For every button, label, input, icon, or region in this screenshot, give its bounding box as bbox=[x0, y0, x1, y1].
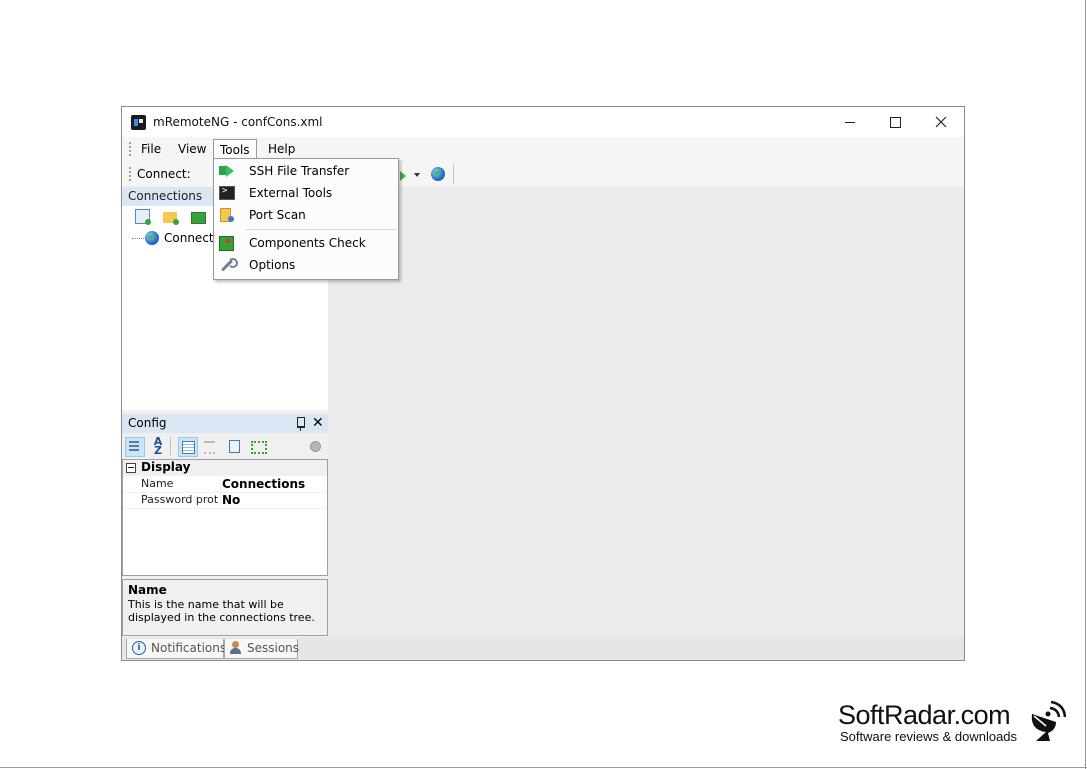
menu-item-ssh-file-transfer[interactable]: SSH File Transfer bbox=[214, 160, 398, 182]
property-description: Name This is the name that will be displ… bbox=[122, 579, 328, 636]
menu-view[interactable]: View bbox=[172, 140, 212, 158]
properties-icon[interactable] bbox=[178, 437, 198, 457]
close-button[interactable] bbox=[918, 107, 964, 137]
globe-icon bbox=[145, 231, 159, 245]
property-grid: Display Name Connections Password prote … bbox=[122, 459, 328, 576]
watermark-tagline: Software reviews & downloads bbox=[840, 729, 1018, 744]
menu-item-label: SSH File Transfer bbox=[249, 164, 350, 178]
pin-icon[interactable] bbox=[297, 417, 305, 431]
mremoteng-app-icon bbox=[131, 115, 146, 130]
category-label: Display bbox=[141, 460, 191, 474]
port-scan-icon bbox=[219, 208, 235, 222]
tab-notifications[interactable]: i Notifications bbox=[126, 639, 227, 659]
tab-label: Notifications bbox=[151, 641, 227, 655]
main-content-area bbox=[328, 187, 964, 639]
maximize-icon bbox=[889, 116, 901, 128]
menu-item-label: Options bbox=[249, 258, 296, 272]
menu-item-external-tools[interactable]: External Tools bbox=[214, 182, 398, 204]
new-folder-icon[interactable] bbox=[163, 212, 179, 225]
config-toolbar: AZ bbox=[122, 433, 328, 459]
menu-item-label: Port Scan bbox=[249, 208, 306, 222]
collapse-icon[interactable] bbox=[126, 463, 136, 473]
close-icon[interactable]: ✕ bbox=[312, 414, 324, 432]
default-properties-icon[interactable] bbox=[225, 437, 243, 455]
minimize-button[interactable] bbox=[827, 107, 873, 137]
watermark-brand: SoftRadar.com bbox=[838, 700, 1011, 730]
view-screens-icon[interactable] bbox=[191, 212, 206, 224]
ssh-transfer-icon bbox=[219, 164, 235, 178]
menu-item-label: Components Check bbox=[249, 236, 366, 250]
connect-label: Connect: bbox=[137, 167, 191, 181]
inheritance-icon[interactable] bbox=[201, 437, 219, 455]
property-row[interactable]: Password prote No bbox=[123, 492, 327, 509]
sessions-icon bbox=[229, 641, 242, 654]
status-indicator-icon bbox=[310, 441, 321, 452]
property-name: Password prote bbox=[141, 493, 218, 506]
window-title: mRemoteNG - confCons.xml bbox=[153, 115, 323, 129]
menu-help[interactable]: Help bbox=[262, 140, 301, 158]
toolbar-separator bbox=[170, 437, 171, 455]
description-title: Name bbox=[128, 583, 167, 597]
connections-panel-title: Connections bbox=[128, 189, 203, 203]
new-connection-icon[interactable] bbox=[135, 209, 151, 225]
menu-item-components-check[interactable]: Components Check bbox=[214, 232, 398, 254]
menu-item-port-scan[interactable]: Port Scan bbox=[214, 204, 398, 226]
property-category[interactable]: Display bbox=[123, 460, 327, 476]
page-border bbox=[1085, 0, 1086, 769]
tree-connector bbox=[132, 238, 144, 240]
menu-item-options[interactable]: Options bbox=[214, 254, 398, 276]
tools-dropdown-menu: SSH File Transfer External Tools Port Sc… bbox=[213, 158, 399, 280]
chevron-down-icon[interactable] bbox=[414, 173, 420, 177]
categorized-icon[interactable] bbox=[125, 437, 145, 457]
property-value[interactable]: Connections bbox=[220, 477, 305, 491]
globe-icon[interactable] bbox=[431, 167, 445, 181]
page-border bbox=[0, 767, 1087, 768]
host-status-icon[interactable] bbox=[248, 437, 267, 455]
toolbar-grip[interactable] bbox=[129, 167, 131, 181]
menubar-grip[interactable] bbox=[129, 142, 131, 156]
property-value[interactable]: No bbox=[220, 493, 240, 507]
sort-alphabetical-icon[interactable]: AZ bbox=[149, 436, 167, 456]
tab-label: Sessions bbox=[247, 641, 300, 655]
close-icon bbox=[935, 116, 947, 128]
title-bar: mRemoteNG - confCons.xml bbox=[122, 107, 964, 137]
menu-separator bbox=[246, 229, 396, 230]
menu-item-label: External Tools bbox=[249, 186, 333, 200]
config-panel-title: Config bbox=[128, 416, 167, 430]
menu-file[interactable]: File bbox=[135, 140, 167, 158]
minimize-icon bbox=[845, 121, 855, 123]
info-icon: i bbox=[132, 641, 146, 655]
toolbar-separator bbox=[453, 164, 454, 184]
satellite-dish-icon bbox=[1031, 700, 1066, 741]
terminal-icon bbox=[219, 186, 235, 200]
maximize-button[interactable] bbox=[872, 107, 918, 137]
wrench-icon bbox=[219, 258, 238, 272]
tab-sessions[interactable]: Sessions bbox=[224, 639, 300, 659]
connect-play-icon[interactable] bbox=[400, 171, 406, 181]
property-name: Name bbox=[141, 477, 174, 490]
bottom-tab-strip: i Notifications Sessions bbox=[122, 637, 964, 660]
description-text: This is the name that will be displayed … bbox=[128, 598, 315, 624]
menu-tools[interactable]: Tools bbox=[213, 139, 257, 160]
property-row[interactable]: Name Connections bbox=[123, 476, 327, 493]
components-check-icon bbox=[219, 236, 234, 251]
config-panel-header: Config ✕ bbox=[122, 414, 328, 433]
